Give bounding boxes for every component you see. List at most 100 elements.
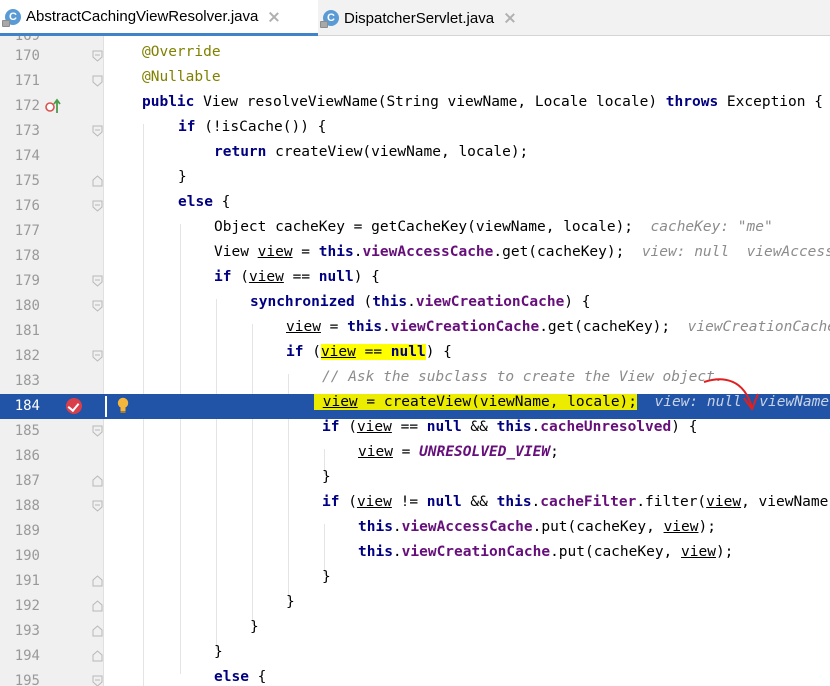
code-line[interactable]: 186 view = UNRESOLVED_VIEW;: [0, 444, 830, 469]
code-editor[interactable]: 169 170 @Override 171 @Nullable 172 publ…: [0, 36, 830, 686]
code-text: else {: [214, 669, 267, 685]
fold-icon[interactable]: [92, 200, 103, 212]
line-number: 187: [14, 473, 40, 489]
code-text: // Ask the subclass to create the View o…: [322, 369, 724, 385]
code-line[interactable]: 191 }: [0, 569, 830, 594]
code-line[interactable]: 170 @Override: [0, 44, 830, 69]
code-text: Object cacheKey = getCacheKey(viewName, …: [214, 219, 773, 235]
code-line[interactable]: 187 }: [0, 469, 830, 494]
code-text: this.viewAccessCache.put(cacheKey, view)…: [358, 519, 716, 535]
code-line[interactable]: 188 if (view != null && this.cacheFilter…: [0, 494, 830, 519]
lightbulb-icon[interactable]: [116, 397, 130, 413]
java-class-icon: C: [320, 9, 340, 28]
code-line[interactable]: 175 }: [0, 169, 830, 194]
code-line[interactable]: 185 if (view == null && this.cacheUnreso…: [0, 419, 830, 444]
fold-icon[interactable]: [92, 500, 103, 512]
fold-icon[interactable]: [92, 75, 103, 87]
code-line[interactable]: 171 @Nullable: [0, 69, 830, 94]
line-number: 172: [14, 98, 40, 114]
line-number: 184: [14, 398, 40, 414]
code-text: this.viewCreationCache.put(cacheKey, vie…: [358, 544, 734, 560]
line-number: 177: [14, 223, 40, 239]
code-text: if (view == null) {: [214, 269, 380, 285]
code-line[interactable]: 182 if (view == null) {: [0, 344, 830, 369]
tab-label: AbstractCachingViewResolver.java: [26, 8, 259, 25]
line-number: 189: [14, 523, 40, 539]
code-line[interactable]: 177 Object cacheKey = getCacheKey(viewNa…: [0, 219, 830, 244]
code-line[interactable]: 173 if (!isCache()) {: [0, 119, 830, 144]
tab-abstract-caching-view-resolver[interactable]: C AbstractCachingViewResolver.java: [0, 0, 318, 36]
code-line[interactable]: 189 this.viewAccessCache.put(cacheKey, v…: [0, 519, 830, 544]
code-text: if (view != null && this.cacheFilter.fil…: [322, 494, 830, 510]
java-class-icon: C: [2, 8, 22, 27]
code-text: }: [322, 569, 331, 585]
code-text: }: [178, 169, 187, 185]
fold-icon[interactable]: [92, 125, 103, 137]
code-line[interactable]: 180 synchronized (this.viewCreationCache…: [0, 294, 830, 319]
code-text: @Nullable: [142, 69, 221, 85]
tab-dispatcher-servlet[interactable]: C DispatcherServlet.java: [318, 0, 538, 36]
overrides-method-icon[interactable]: [45, 98, 63, 114]
code-line[interactable]: 178 View view = this.viewAccessCache.get…: [0, 244, 830, 269]
code-line[interactable]: 192 }: [0, 594, 830, 619]
fold-icon[interactable]: [92, 475, 103, 487]
line-number: 180: [14, 298, 40, 314]
code-text: if (view == null && this.cacheUnresolved…: [322, 419, 698, 435]
fold-icon[interactable]: [92, 300, 103, 312]
code-text: }: [286, 594, 295, 610]
line-number: 195: [14, 673, 40, 686]
line-number: 193: [14, 623, 40, 639]
code-line[interactable]: 176 else {: [0, 194, 830, 219]
line-number: 191: [14, 573, 40, 589]
line-number: 171: [14, 73, 40, 89]
line-number: 190: [14, 548, 40, 564]
line-number: 192: [14, 598, 40, 614]
fold-icon[interactable]: [92, 575, 103, 587]
code-line[interactable]: 179 if (view == null) {: [0, 269, 830, 294]
fold-icon[interactable]: [92, 425, 103, 437]
fold-icon[interactable]: [92, 625, 103, 637]
fold-icon[interactable]: [92, 650, 103, 662]
line-number: 181: [14, 323, 40, 339]
line-number: 194: [14, 648, 40, 664]
fold-icon[interactable]: [92, 275, 103, 287]
tab-label: DispatcherServlet.java: [344, 9, 495, 27]
text-cursor: [105, 396, 107, 417]
fold-icon[interactable]: [92, 600, 103, 612]
code-line[interactable]: 195 else {: [0, 669, 830, 686]
code-line[interactable]: 172 public View resolveViewName(String v…: [0, 94, 830, 119]
text-highlight: view == null: [320, 344, 426, 360]
fold-icon[interactable]: [92, 175, 103, 187]
code-text: }: [322, 469, 331, 485]
close-icon[interactable]: [268, 11, 280, 23]
code-line[interactable]: 190 this.viewCreationCache.put(cacheKey,…: [0, 544, 830, 569]
inline-debug-value: viewCreationCache:: [687, 319, 830, 335]
line-number: 170: [14, 48, 40, 64]
code-line[interactable]: 174 return createView(viewName, locale);: [0, 144, 830, 169]
fold-icon[interactable]: [92, 675, 103, 686]
line-number: 176: [14, 198, 40, 214]
line-number: 183: [14, 373, 40, 389]
line-number: 175: [14, 173, 40, 189]
code-text: View view = this.viewAccessCache.get(cac…: [214, 244, 830, 269]
line-number: 188: [14, 498, 40, 514]
line-number: 173: [14, 123, 40, 139]
inline-debug-value: cacheKey: "me": [650, 219, 773, 235]
code-line[interactable]: 181 view = this.viewCreationCache.get(ca…: [0, 319, 830, 344]
line-number: 179: [14, 273, 40, 289]
close-icon[interactable]: [504, 12, 516, 24]
selected-text: view = createView(viewName, locale);: [314, 394, 638, 410]
line-number: 186: [14, 448, 40, 464]
code-text: else {: [178, 194, 231, 210]
fold-icon[interactable]: [92, 50, 103, 62]
code-text: public View resolveViewName(String viewN…: [142, 94, 823, 110]
code-text: view = UNRESOLVED_VIEW;: [358, 444, 559, 460]
breakpoint-icon[interactable]: [66, 398, 82, 414]
code-line[interactable]: 193 }: [0, 619, 830, 644]
line-number: 174: [14, 148, 40, 164]
editor-tab-bar: C AbstractCachingViewResolver.java C Dis…: [0, 0, 830, 36]
code-text: }: [250, 619, 259, 635]
code-line[interactable]: 194 }: [0, 644, 830, 669]
fold-icon[interactable]: [92, 350, 103, 362]
line-number: 182: [14, 348, 40, 364]
